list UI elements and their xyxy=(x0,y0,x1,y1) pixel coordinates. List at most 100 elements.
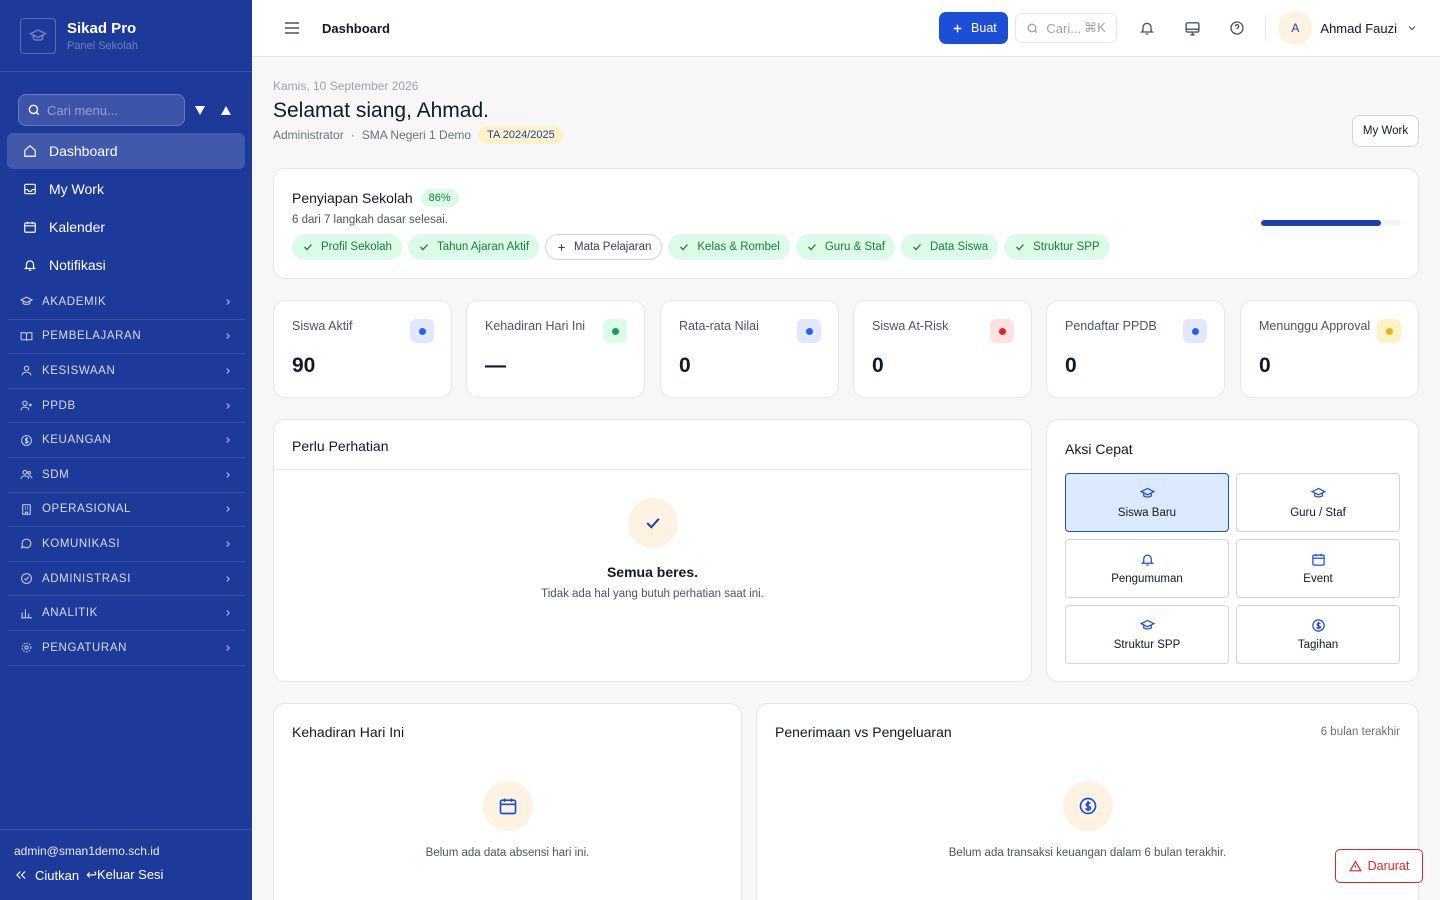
search-icon xyxy=(28,104,40,116)
breadcrumb: Dashboard xyxy=(322,20,390,36)
attendance-card: Kehadiran Hari Ini Belum ada data absens… xyxy=(273,703,742,900)
stat-card-rata-rata-nilai[interactable]: Rata-rata Nilai 0 xyxy=(660,300,839,398)
quick-action-struktur-spp[interactable]: Struktur SPP xyxy=(1065,605,1229,664)
emergency-label: Darurat xyxy=(1367,859,1410,873)
user-meta: Administrator · SMA Negeri 1 Demo TA 202… xyxy=(273,126,564,144)
user-icon xyxy=(21,366,32,376)
sidebar-item-kalender[interactable]: Kalender xyxy=(7,209,245,245)
my-work-button[interactable]: My Work xyxy=(1352,115,1419,147)
greeting: Selamat siang, Ahmad. xyxy=(273,99,489,122)
sidebar-section-komunikasi[interactable]: KOMUNIKASI xyxy=(8,527,245,562)
quick-action-guru-staf[interactable]: Guru / Staf xyxy=(1236,473,1400,532)
logout-button[interactable]: ↩Keluar Sesi xyxy=(86,867,163,883)
sidebar-footer: admin@sman1demo.sch.id Ciutkan ↩Keluar S… xyxy=(0,829,252,900)
dollar-circle-icon xyxy=(1311,619,1325,632)
users-icon xyxy=(20,470,33,480)
sidebar-nav: Dashboard My Work Kalender Notifikasi xyxy=(0,133,252,283)
sidebar-section-analitik[interactable]: ANALITIK xyxy=(8,596,245,631)
sidebar-item-my-work[interactable]: My Work xyxy=(7,171,245,207)
sidebar-section-keuangan[interactable]: KEUANGAN xyxy=(8,423,245,458)
quick-action-siswa-baru[interactable]: Siswa Baru xyxy=(1065,473,1229,532)
menu-toggle-button[interactable] xyxy=(284,21,300,35)
sidebar-item-label: Notifikasi xyxy=(49,257,106,273)
brand-name: Sikad Pro xyxy=(67,19,137,37)
chevron-right-icon xyxy=(226,471,230,478)
topbar-actions: Buat Cari... ⌘K A Ahmad Fauzi xyxy=(939,0,1440,56)
setup-step-chip[interactable]: Guru & Staf xyxy=(795,234,895,260)
stat-value: 0 xyxy=(1259,354,1271,377)
stat-card-at-risk[interactable]: Siswa At-Risk 0 xyxy=(853,300,1032,398)
sidebar-section-pengaturan[interactable]: PENGATURAN xyxy=(8,631,245,666)
global-search-label: Cari... xyxy=(1046,20,1082,36)
sidebar-section-ppdb[interactable]: PPDB xyxy=(8,389,245,424)
stat-card-siswa-aktif[interactable]: Siswa Aktif 90 xyxy=(273,300,452,398)
quick-action-pengumuman[interactable]: Pengumuman xyxy=(1065,539,1229,598)
global-search-button[interactable]: Cari... ⌘K xyxy=(1015,13,1118,43)
user-menu[interactable]: A Ahmad Fauzi xyxy=(1278,11,1418,45)
stat-card-approval[interactable]: Menunggu Approval 0 xyxy=(1240,300,1419,398)
sidebar-section-operasional[interactable]: OPERASIONAL xyxy=(8,493,245,528)
chevron-down-icon xyxy=(1408,26,1416,31)
setup-step-chip[interactable]: Tahun Ajaran Aktif xyxy=(407,234,540,260)
help-button[interactable] xyxy=(1222,13,1252,43)
graduation-cap-icon xyxy=(1139,619,1155,630)
sidebar-section-pembelajaran[interactable]: PEMBELAJARAN xyxy=(8,320,245,355)
stat-value: 0 xyxy=(872,354,884,377)
dollar-circle-icon xyxy=(1063,781,1113,831)
chevron-right-icon xyxy=(226,541,230,547)
sidebar-item-notifikasi[interactable]: Notifikasi xyxy=(7,247,245,283)
bell-icon xyxy=(1140,22,1155,35)
attention-empty-subtitle: Tidak ada hal yang butuh perhatian saat … xyxy=(541,588,764,600)
logout-label: ↩Keluar Sesi xyxy=(86,867,164,882)
setup-step-chip[interactable]: Kelas & Rombel xyxy=(668,234,790,260)
setup-step-chip[interactable]: Struktur SPP xyxy=(1004,234,1110,260)
display-button[interactable] xyxy=(1177,13,1207,43)
collapse-all-button[interactable] xyxy=(215,99,237,121)
meta-separator: · xyxy=(350,128,355,142)
brand: Sikad Pro Panel Sekolah xyxy=(0,0,252,72)
setup-title-row: Penyiapan Sekolah 86% xyxy=(292,189,459,207)
sidebar-section-label: ANALITIK xyxy=(42,607,98,620)
sidebar-section-sdm[interactable]: SDM xyxy=(8,458,245,493)
stat-value: 90 xyxy=(292,354,316,377)
setup-step-label: Data Siswa xyxy=(929,241,989,253)
sidebar-search-input[interactable] xyxy=(47,102,167,118)
quick-action-label: Guru / Staf xyxy=(1290,507,1346,519)
status-dot-icon xyxy=(797,319,821,343)
quick-action-tagihan[interactable]: Tagihan xyxy=(1236,605,1400,664)
sidebar-section-label: KOMUNIKASI xyxy=(42,537,121,550)
stat-card-kehadiran[interactable]: Kehadiran Hari Ini — xyxy=(466,300,645,398)
graduation-cap-icon xyxy=(1310,487,1326,498)
setup-step-chip[interactable]: Data Siswa xyxy=(900,234,999,260)
collapse-label: Ciutkan xyxy=(35,867,80,883)
quick-action-label: Siswa Baru xyxy=(1117,507,1177,519)
attention-title: Perlu Perhatian xyxy=(292,438,389,454)
notifications-button[interactable] xyxy=(1132,13,1162,43)
collapse-sidebar-button[interactable]: Ciutkan xyxy=(14,868,79,883)
setup-step-label: Tahun Ajaran Aktif xyxy=(436,241,530,253)
sidebar-search-row xyxy=(18,94,252,126)
divider xyxy=(274,469,1031,470)
sidebar-section-administrasi[interactable]: ADMINISTRASI xyxy=(8,562,245,597)
monitor-icon xyxy=(1185,21,1200,36)
quick-action-event[interactable]: Event xyxy=(1236,539,1400,598)
stat-card-ppdb[interactable]: Pendaftar PPDB 0 xyxy=(1046,300,1225,398)
quick-action-label: Struktur SPP xyxy=(1113,639,1181,651)
setup-step-chip[interactable]: Profil Sekolah xyxy=(292,234,402,260)
emergency-button[interactable]: Darurat xyxy=(1335,849,1423,883)
sidebar-section-akademik[interactable]: AKADEMIK xyxy=(8,285,245,320)
sidebar-section-label: PEMBELAJARAN xyxy=(42,330,142,343)
calendar-icon xyxy=(483,781,533,831)
sidebar-section-kesiswaan[interactable]: KESISWAAN xyxy=(8,354,245,389)
school-name: SMA Negeri 1 Demo xyxy=(361,128,472,142)
setup-step-chip[interactable]: Mata Pelajaran xyxy=(545,234,663,260)
attendance-empty: Belum ada data absensi hari ini. xyxy=(425,847,590,859)
stat-label: Pendaftar PPDB xyxy=(1065,319,1157,333)
expand-all-button[interactable] xyxy=(189,99,211,121)
setup-percent-badge: 86% xyxy=(420,189,459,207)
sidebar-search xyxy=(18,94,185,126)
status-dot-icon xyxy=(990,319,1014,343)
sidebar-item-dashboard[interactable]: Dashboard xyxy=(7,133,245,169)
bell-icon xyxy=(23,260,37,271)
create-button[interactable]: Buat xyxy=(939,12,1009,44)
